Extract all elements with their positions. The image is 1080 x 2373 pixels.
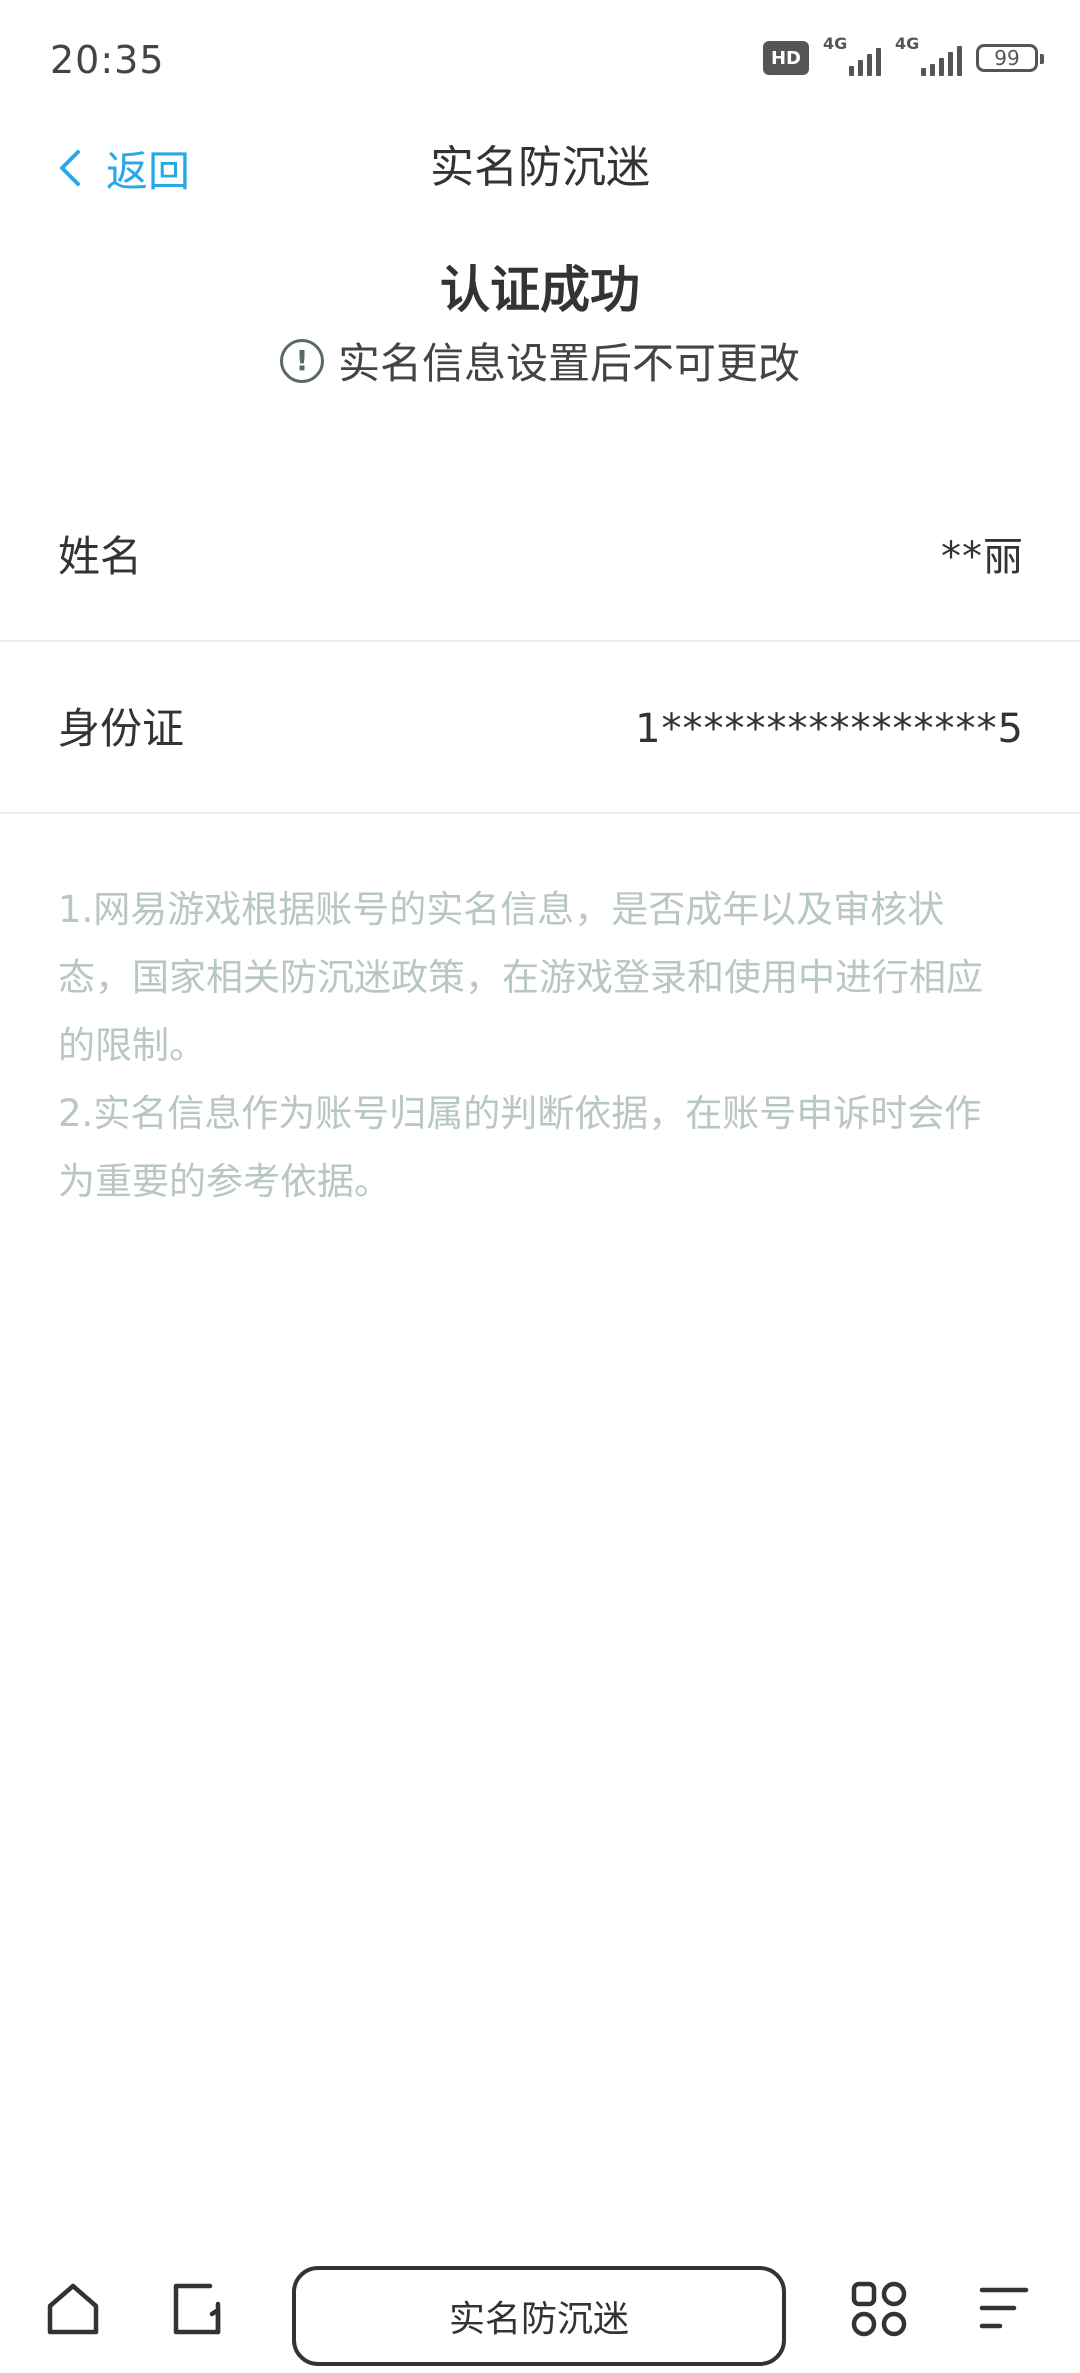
tabs-icon[interactable] (170, 2280, 230, 2338)
chevron-left-icon (60, 150, 80, 186)
network-type-label: 4G (823, 34, 848, 53)
status-icons: HD 4G 4G 99 (763, 34, 1044, 76)
description: 1.网易游戏根据账号的实名信息，是否成年以及审核状态，国家相关防沉迷政策，在游戏… (58, 876, 1018, 1216)
current-page-button[interactable]: 实名防沉迷 (292, 2266, 786, 2366)
signal-icon: 4G (823, 34, 881, 76)
id-card-label: 身份证 (58, 704, 185, 753)
id-card-value: 1****************5 (635, 706, 1024, 752)
name-label: 姓名 (58, 532, 143, 581)
back-button[interactable]: 返回 (56, 128, 190, 208)
status-bar: 20:35 HD 4G 4G 99 (0, 0, 1080, 120)
notice-text: 实名信息设置后不可更改 (337, 339, 800, 388)
network-type-label: 4G (895, 34, 920, 53)
page: 20:35 HD 4G 4G 99 实名防沉迷 返回 认证成功 ! 实名信息设置… (0, 0, 1080, 2373)
home-icon[interactable] (44, 2280, 102, 2338)
description-item: 2.实名信息作为账号归属的判断依据，在账号申诉时会作为重要的参考依据。 (58, 1092, 982, 1203)
bottom-nav: 实名防沉迷 (0, 2250, 1080, 2373)
signal-icon: 4G (895, 34, 962, 76)
name-row: 姓名 **丽 (0, 472, 1080, 642)
id-card-row: 身份证 1****************5 (0, 644, 1080, 814)
menu-icon[interactable] (976, 2284, 1032, 2334)
name-value: **丽 (941, 534, 1024, 580)
alert-icon: ! (279, 338, 324, 383)
status-time: 20:35 (50, 38, 165, 82)
success-title: 认证成功 (440, 261, 640, 319)
battery-icon: 99 (976, 44, 1044, 72)
notice-row: ! 实名信息设置后不可更改 (0, 330, 1080, 391)
back-label: 返回 (106, 146, 191, 196)
description-item: 1.网易游戏根据账号的实名信息，是否成年以及审核状态，国家相关防沉迷政策，在游戏… (58, 888, 983, 1067)
hd-icon: HD (763, 41, 809, 75)
apps-grid-icon[interactable] (850, 2280, 908, 2338)
battery-level: 99 (994, 46, 1020, 70)
